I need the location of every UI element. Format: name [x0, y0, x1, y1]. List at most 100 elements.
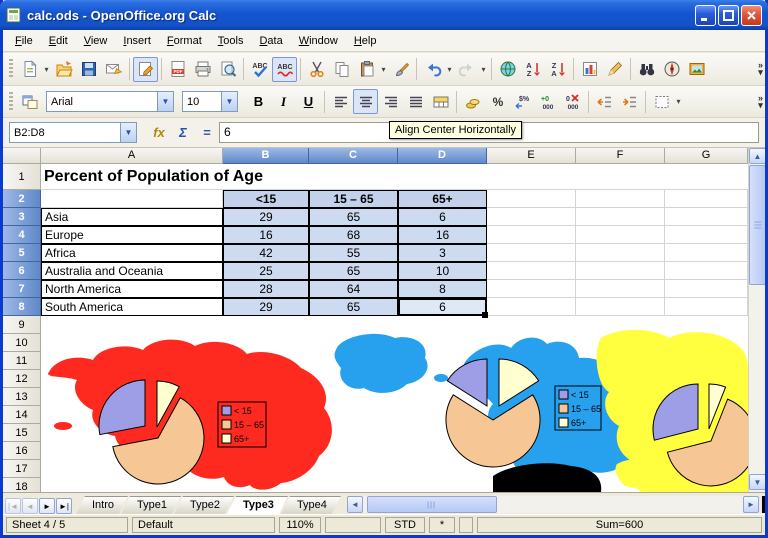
toolbar-grip[interactable]: [9, 92, 13, 112]
cell-A1-title[interactable]: Percent of Population of Age: [41, 164, 748, 190]
cell-D5[interactable]: 3: [398, 244, 487, 262]
menu-help[interactable]: Help: [346, 32, 385, 50]
align-right-button[interactable]: [378, 89, 403, 114]
underline-button[interactable]: U: [296, 89, 321, 114]
cell-E6[interactable]: [487, 262, 576, 280]
cell-B3[interactable]: 29: [223, 208, 309, 226]
sheet-tab-type3[interactable]: Type3: [227, 496, 288, 514]
row-header-1[interactable]: 1: [3, 164, 41, 190]
name-box-dropdown-icon[interactable]: ▼: [120, 123, 136, 142]
insert-chart-button[interactable]: [577, 57, 602, 82]
scroll-left-button[interactable]: ◄: [347, 496, 363, 513]
sort-ascending-button[interactable]: AZ: [520, 57, 545, 82]
borders-button[interactable]: [649, 89, 674, 114]
cell-E2[interactable]: [487, 190, 576, 208]
cell-B6[interactable]: 25: [223, 262, 309, 280]
row-header-11[interactable]: 11: [3, 352, 41, 370]
cell-G4[interactable]: [665, 226, 748, 244]
borders-dropdown[interactable]: ▾: [674, 97, 683, 106]
column-header-D[interactable]: D: [398, 148, 487, 164]
row-header-15[interactable]: 15: [3, 424, 41, 442]
align-center-button[interactable]: [353, 89, 378, 114]
row-header-14[interactable]: 14: [3, 406, 41, 424]
cell-A5[interactable]: Africa: [41, 244, 223, 262]
cell-D6[interactable]: 10: [398, 262, 487, 280]
sheet-tab-type4[interactable]: Type4: [281, 496, 341, 514]
vertical-scroll-thumb[interactable]: [749, 165, 765, 285]
currency-format-button[interactable]: [460, 89, 485, 114]
row-header-3[interactable]: 3: [3, 208, 41, 226]
row-header-2[interactable]: 2: [3, 190, 41, 208]
cell-F7[interactable]: [576, 280, 665, 298]
decrease-indent-button[interactable]: [592, 89, 617, 114]
cell-G6[interactable]: [665, 262, 748, 280]
status-page-style[interactable]: Default: [132, 517, 275, 533]
menu-window[interactable]: Window: [291, 32, 346, 50]
cell-C5[interactable]: 55: [309, 244, 398, 262]
new-button[interactable]: [17, 57, 42, 82]
toolbar-overflow-button[interactable]: »▾: [758, 62, 763, 76]
selection-fill-handle[interactable]: [482, 312, 488, 318]
next-sheet-button[interactable]: ►: [39, 498, 55, 514]
percent-format-button[interactable]: %: [485, 89, 510, 114]
horizontal-scroll-thumb[interactable]: [367, 496, 497, 513]
column-header-E[interactable]: E: [487, 148, 576, 164]
gallery-button[interactable]: [684, 57, 709, 82]
cell-A7[interactable]: North America: [41, 280, 223, 298]
menu-edit[interactable]: Edit: [41, 32, 76, 50]
redo-dropdown[interactable]: ▾: [479, 65, 488, 74]
cell-C2[interactable]: 15 – 65: [309, 190, 398, 208]
column-header-A[interactable]: A: [41, 148, 223, 164]
column-header-G[interactable]: G: [665, 148, 748, 164]
page-preview-button[interactable]: [215, 57, 240, 82]
cell-A4[interactable]: Europe: [41, 226, 223, 244]
email-button[interactable]: [101, 57, 126, 82]
paste-dropdown[interactable]: ▾: [379, 65, 388, 74]
cell-F3[interactable]: [576, 208, 665, 226]
cell-C4[interactable]: 68: [309, 226, 398, 244]
column-header-F[interactable]: F: [576, 148, 665, 164]
cell-D2[interactable]: 65+: [398, 190, 487, 208]
cell-B8[interactable]: 29: [223, 298, 309, 316]
sheet-tab-type2[interactable]: Type2: [174, 496, 234, 514]
toolbar-overflow-button[interactable]: »▾: [758, 95, 763, 109]
save-button[interactable]: [76, 57, 101, 82]
cell-D4[interactable]: 16: [398, 226, 487, 244]
open-button[interactable]: [51, 57, 76, 82]
function-wizard-button[interactable]: fx: [147, 125, 171, 140]
row-header-18[interactable]: 18: [3, 478, 41, 492]
menu-view[interactable]: View: [76, 32, 116, 50]
status-sheet-number[interactable]: Sheet 4 / 5: [6, 517, 128, 533]
cell-B7[interactable]: 28: [223, 280, 309, 298]
title-bar[interactable]: calc.ods - OpenOffice.org Calc: [0, 0, 768, 30]
menu-data[interactable]: Data: [251, 32, 290, 50]
vertical-scrollbar[interactable]: ▲ ▼: [748, 148, 765, 492]
cell-D7[interactable]: 8: [398, 280, 487, 298]
cell-G2[interactable]: [665, 190, 748, 208]
cell-E7[interactable]: [487, 280, 576, 298]
find-replace-button[interactable]: [634, 57, 659, 82]
name-box[interactable]: B2:D8 ▼: [9, 122, 137, 143]
justify-button[interactable]: [403, 89, 428, 114]
cell-D3[interactable]: 6: [398, 208, 487, 226]
cut-button[interactable]: [304, 57, 329, 82]
minimize-button[interactable]: [695, 5, 716, 26]
cell-F4[interactable]: [576, 226, 665, 244]
cell-B2[interactable]: <15: [223, 190, 309, 208]
status-sum[interactable]: Sum=600: [477, 517, 762, 533]
align-left-button[interactable]: [328, 89, 353, 114]
cell-E4[interactable]: [487, 226, 576, 244]
status-selection-mode[interactable]: STD: [385, 517, 425, 533]
last-sheet-button[interactable]: ►|: [56, 498, 72, 514]
font-name-dropdown-icon[interactable]: ▼: [157, 92, 173, 111]
status-empty-2[interactable]: [459, 517, 473, 533]
copy-button[interactable]: [329, 57, 354, 82]
bold-button[interactable]: B: [246, 89, 271, 114]
row-header-5[interactable]: 5: [3, 244, 41, 262]
auto-spellcheck-button[interactable]: ABC: [272, 57, 297, 82]
cell-F2[interactable]: [576, 190, 665, 208]
cell-E5[interactable]: [487, 244, 576, 262]
cell-C6[interactable]: 65: [309, 262, 398, 280]
font-size-combobox[interactable]: 10 ▼: [182, 91, 238, 112]
row-header-7[interactable]: 7: [3, 280, 41, 298]
